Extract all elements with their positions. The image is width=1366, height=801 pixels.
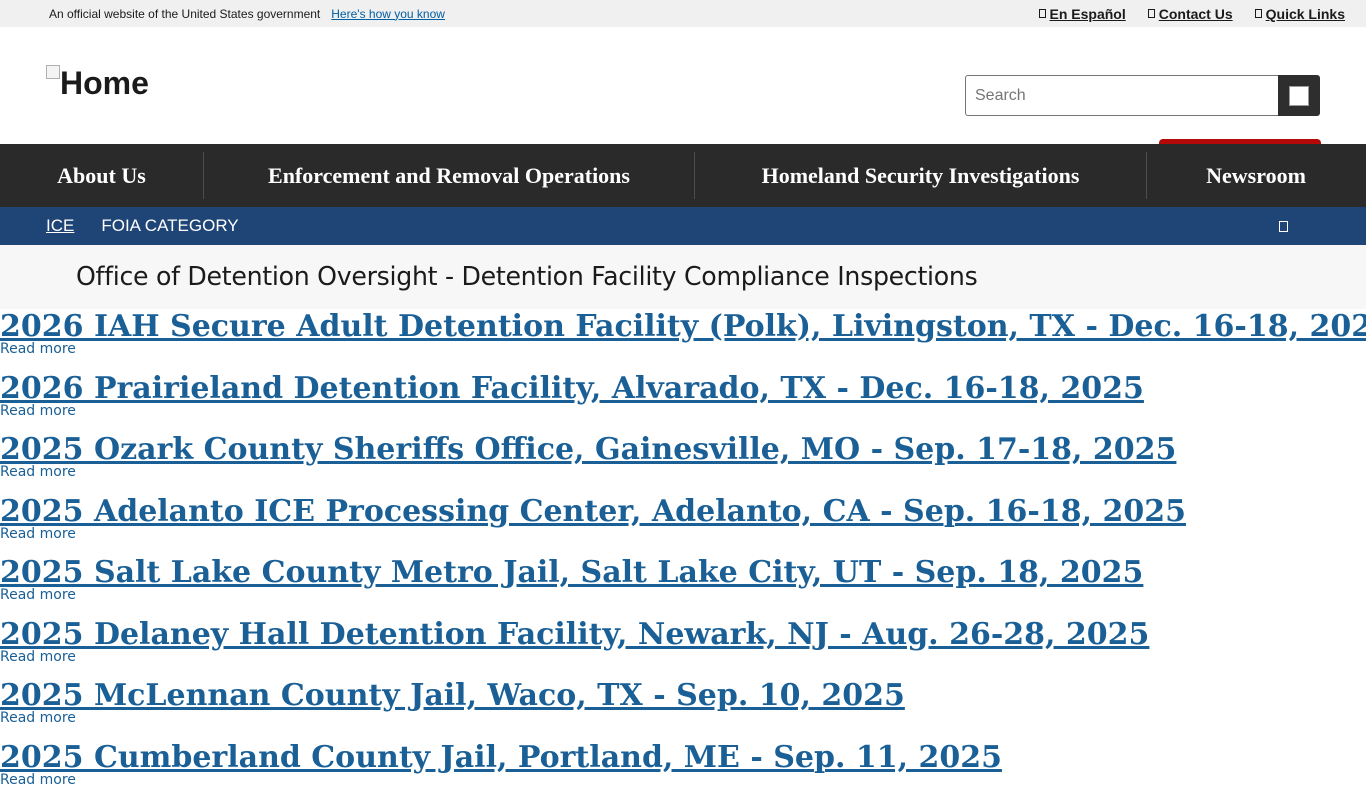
list-item: 2025 Cumberland County Jail, Portland, M… xyxy=(0,740,1366,801)
home-logo-link[interactable]: Home xyxy=(46,63,149,99)
search-input[interactable] xyxy=(965,75,1278,116)
how-you-know-link[interactable]: Here's how you know xyxy=(331,7,445,21)
page-title-bar: Office of Detention Oversight - Detentio… xyxy=(0,245,1366,309)
broken-image-icon xyxy=(46,65,60,79)
breadcrumb-home[interactable]: ICE xyxy=(46,216,74,236)
site-header: Home xyxy=(0,27,1366,144)
list-item: 2025 Salt Lake County Metro Jail, Salt L… xyxy=(0,555,1366,617)
breadcrumb-category: FOIA CATEGORY xyxy=(101,216,238,236)
page-title: Office of Detention Oversight - Detentio… xyxy=(76,262,977,292)
main-nav: About Us Enforcement and Removal Operati… xyxy=(0,144,1366,207)
nav-homeland-security-investigations[interactable]: Homeland Security Investigations xyxy=(695,144,1146,207)
utility-links: En Español Contact Us Quick Links xyxy=(1017,6,1366,22)
search-icon xyxy=(1289,86,1309,106)
gov-banner: An official website of the United States… xyxy=(0,0,1366,27)
globe-icon xyxy=(1039,9,1046,18)
report-tip-tab[interactable] xyxy=(1159,139,1321,144)
phone-icon xyxy=(1148,9,1155,18)
gov-banner-text: An official website of the United States… xyxy=(49,7,320,21)
list-item: 2025 Delaney Hall Detention Facility, Ne… xyxy=(0,617,1366,679)
inspection-title-link[interactable]: 2026 IAH Secure Adult Detention Facility… xyxy=(0,309,1366,345)
inspection-title-link[interactable]: 2025 Adelanto ICE Processing Center, Ade… xyxy=(0,494,1366,530)
list-item: 2025 Adelanto ICE Processing Center, Ade… xyxy=(0,494,1366,556)
list-item: 2026 Prairieland Detention Facility, Alv… xyxy=(0,371,1366,433)
quick-links-label: Quick Links xyxy=(1266,6,1345,22)
search-button[interactable] xyxy=(1278,75,1320,116)
en-espanol-label: En Español xyxy=(1050,6,1126,22)
list-item: 2025 Ozark County Sheriffs Office, Gaine… xyxy=(0,432,1366,494)
contact-us-label: Contact Us xyxy=(1159,6,1233,22)
expand-icon[interactable] xyxy=(1279,221,1288,232)
logo-alt-text: Home xyxy=(60,67,149,99)
nav-about-us[interactable]: About Us xyxy=(0,144,203,207)
list-item: 2026 IAH Secure Adult Detention Facility… xyxy=(0,309,1366,371)
link-icon xyxy=(1255,9,1262,18)
inspection-title-link[interactable]: 2025 Ozark County Sheriffs Office, Gaine… xyxy=(0,432,1366,468)
list-item: 2025 McLennan County Jail, Waco, TX - Se… xyxy=(0,678,1366,740)
en-espanol-link[interactable]: En Español xyxy=(1039,6,1126,22)
contact-us-link[interactable]: Contact Us xyxy=(1148,6,1233,22)
breadcrumb: ICE FOIA CATEGORY xyxy=(0,207,1366,245)
inspection-list: 2026 IAH Secure Adult Detention Facility… xyxy=(0,309,1366,801)
gov-banner-left: An official website of the United States… xyxy=(0,7,445,21)
nav-newsroom[interactable]: Newsroom xyxy=(1147,144,1365,207)
search-form xyxy=(965,75,1320,116)
quick-links-link[interactable]: Quick Links xyxy=(1255,6,1345,22)
nav-enforcement-removal[interactable]: Enforcement and Removal Operations xyxy=(204,144,694,207)
